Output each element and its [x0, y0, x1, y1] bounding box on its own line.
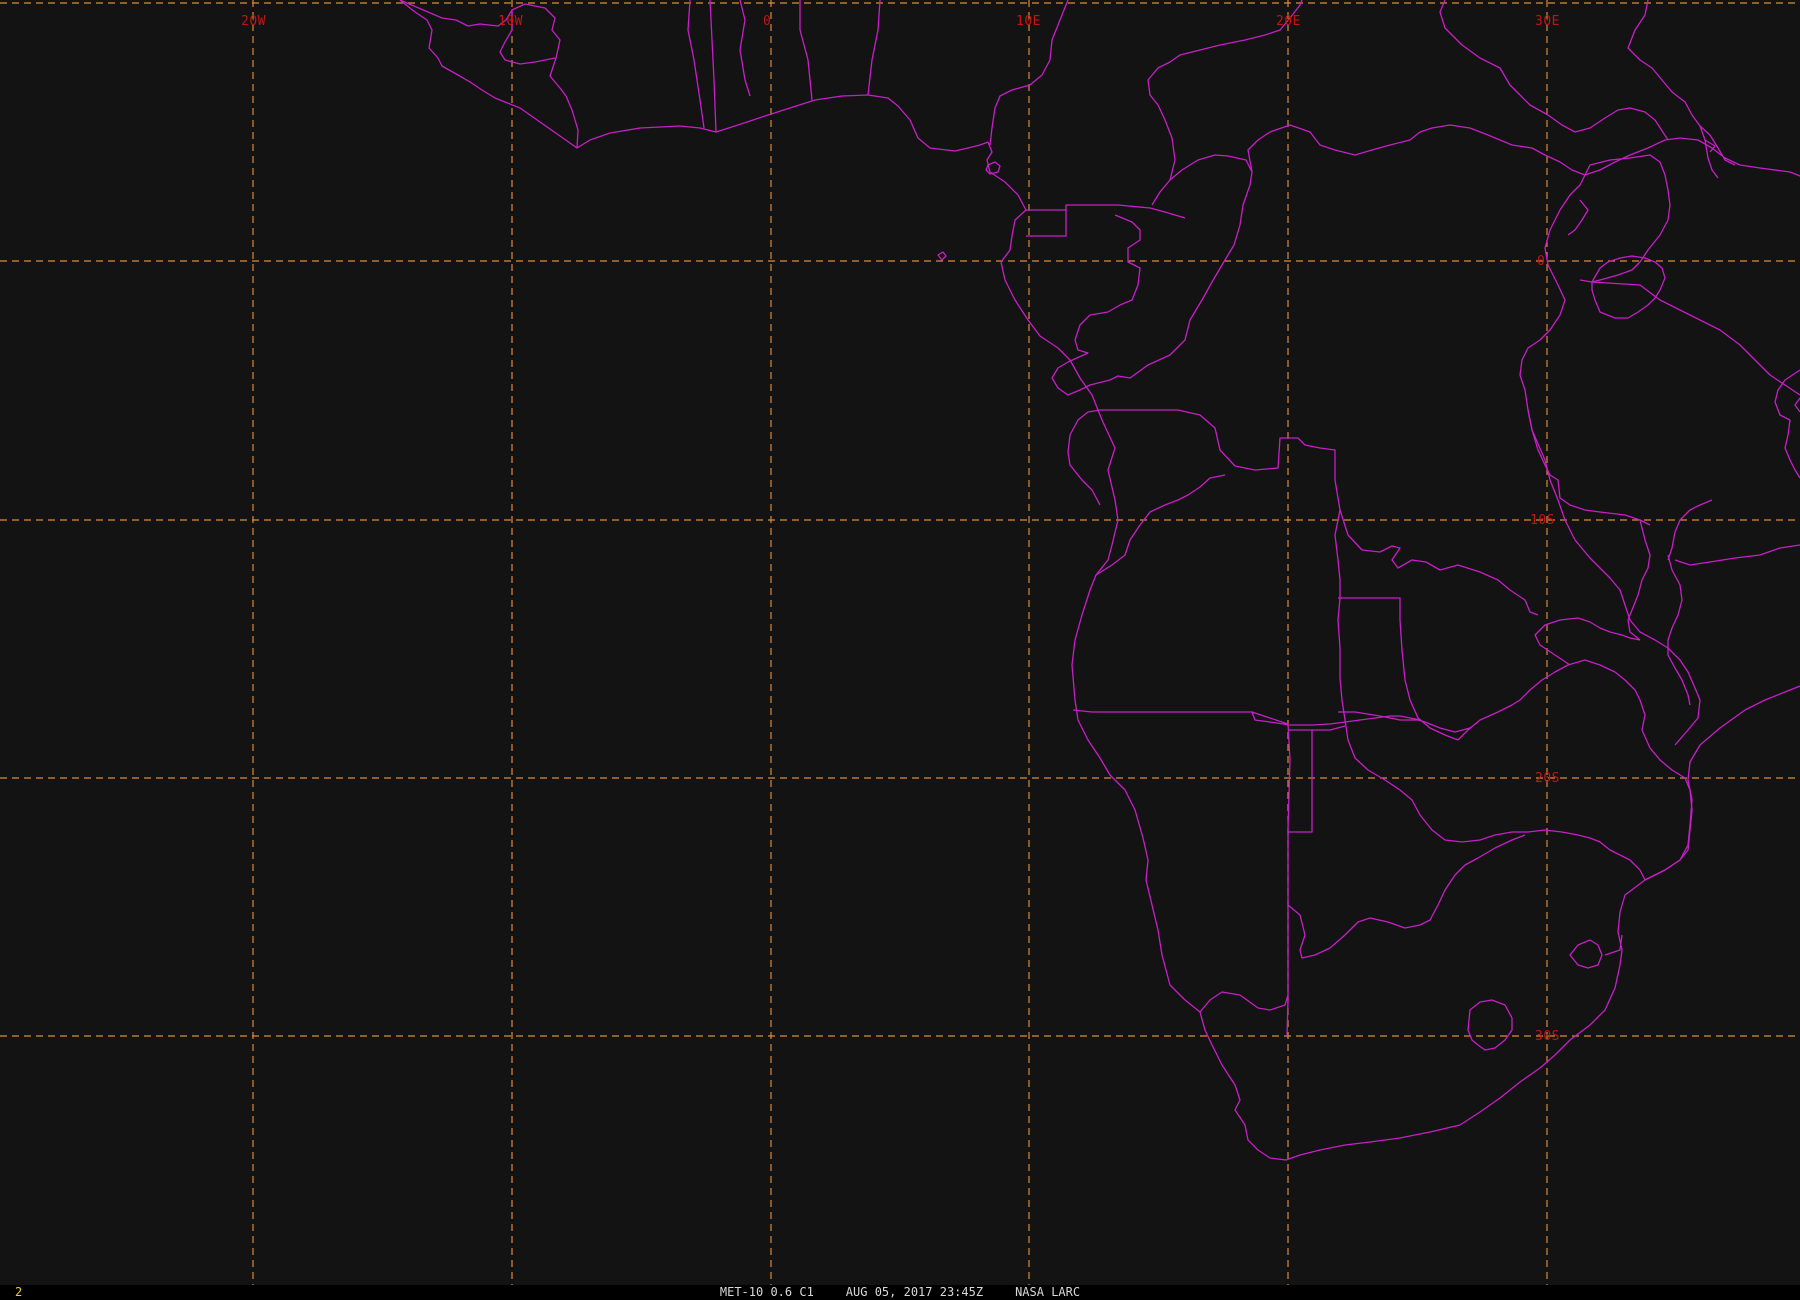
lon-label-10e: 10E	[1016, 14, 1041, 29]
satellite-label: MET-10 0.6 C1	[719, 1285, 814, 1299]
lat-label-30s: 30S	[1535, 1029, 1560, 1044]
lon-label-20w: 20W	[241, 14, 266, 29]
source-label: NASA LARC	[1015, 1285, 1081, 1299]
lon-label-30e: 30E	[1535, 14, 1560, 29]
satellite-map: 20W 10W 0 10E 20E 30E 0 10S 20S 30S	[0, 0, 1800, 1285]
lat-label-20s: 20S	[1535, 771, 1560, 786]
lon-label-10w: 10W	[498, 14, 523, 29]
datetime-label: AUG 05, 2017 23:45Z	[845, 1285, 984, 1299]
map-background	[0, 0, 1800, 1285]
lon-label-20e: 20E	[1276, 14, 1301, 29]
status-text: MET-10 0.6 C1 AUG 05, 2017 23:45Z NASA LAR…	[0, 1285, 1800, 1300]
lat-label-10s: 10S	[1530, 513, 1555, 528]
lon-label-0: 0	[763, 14, 771, 29]
lat-label-0: 0	[1537, 254, 1545, 269]
